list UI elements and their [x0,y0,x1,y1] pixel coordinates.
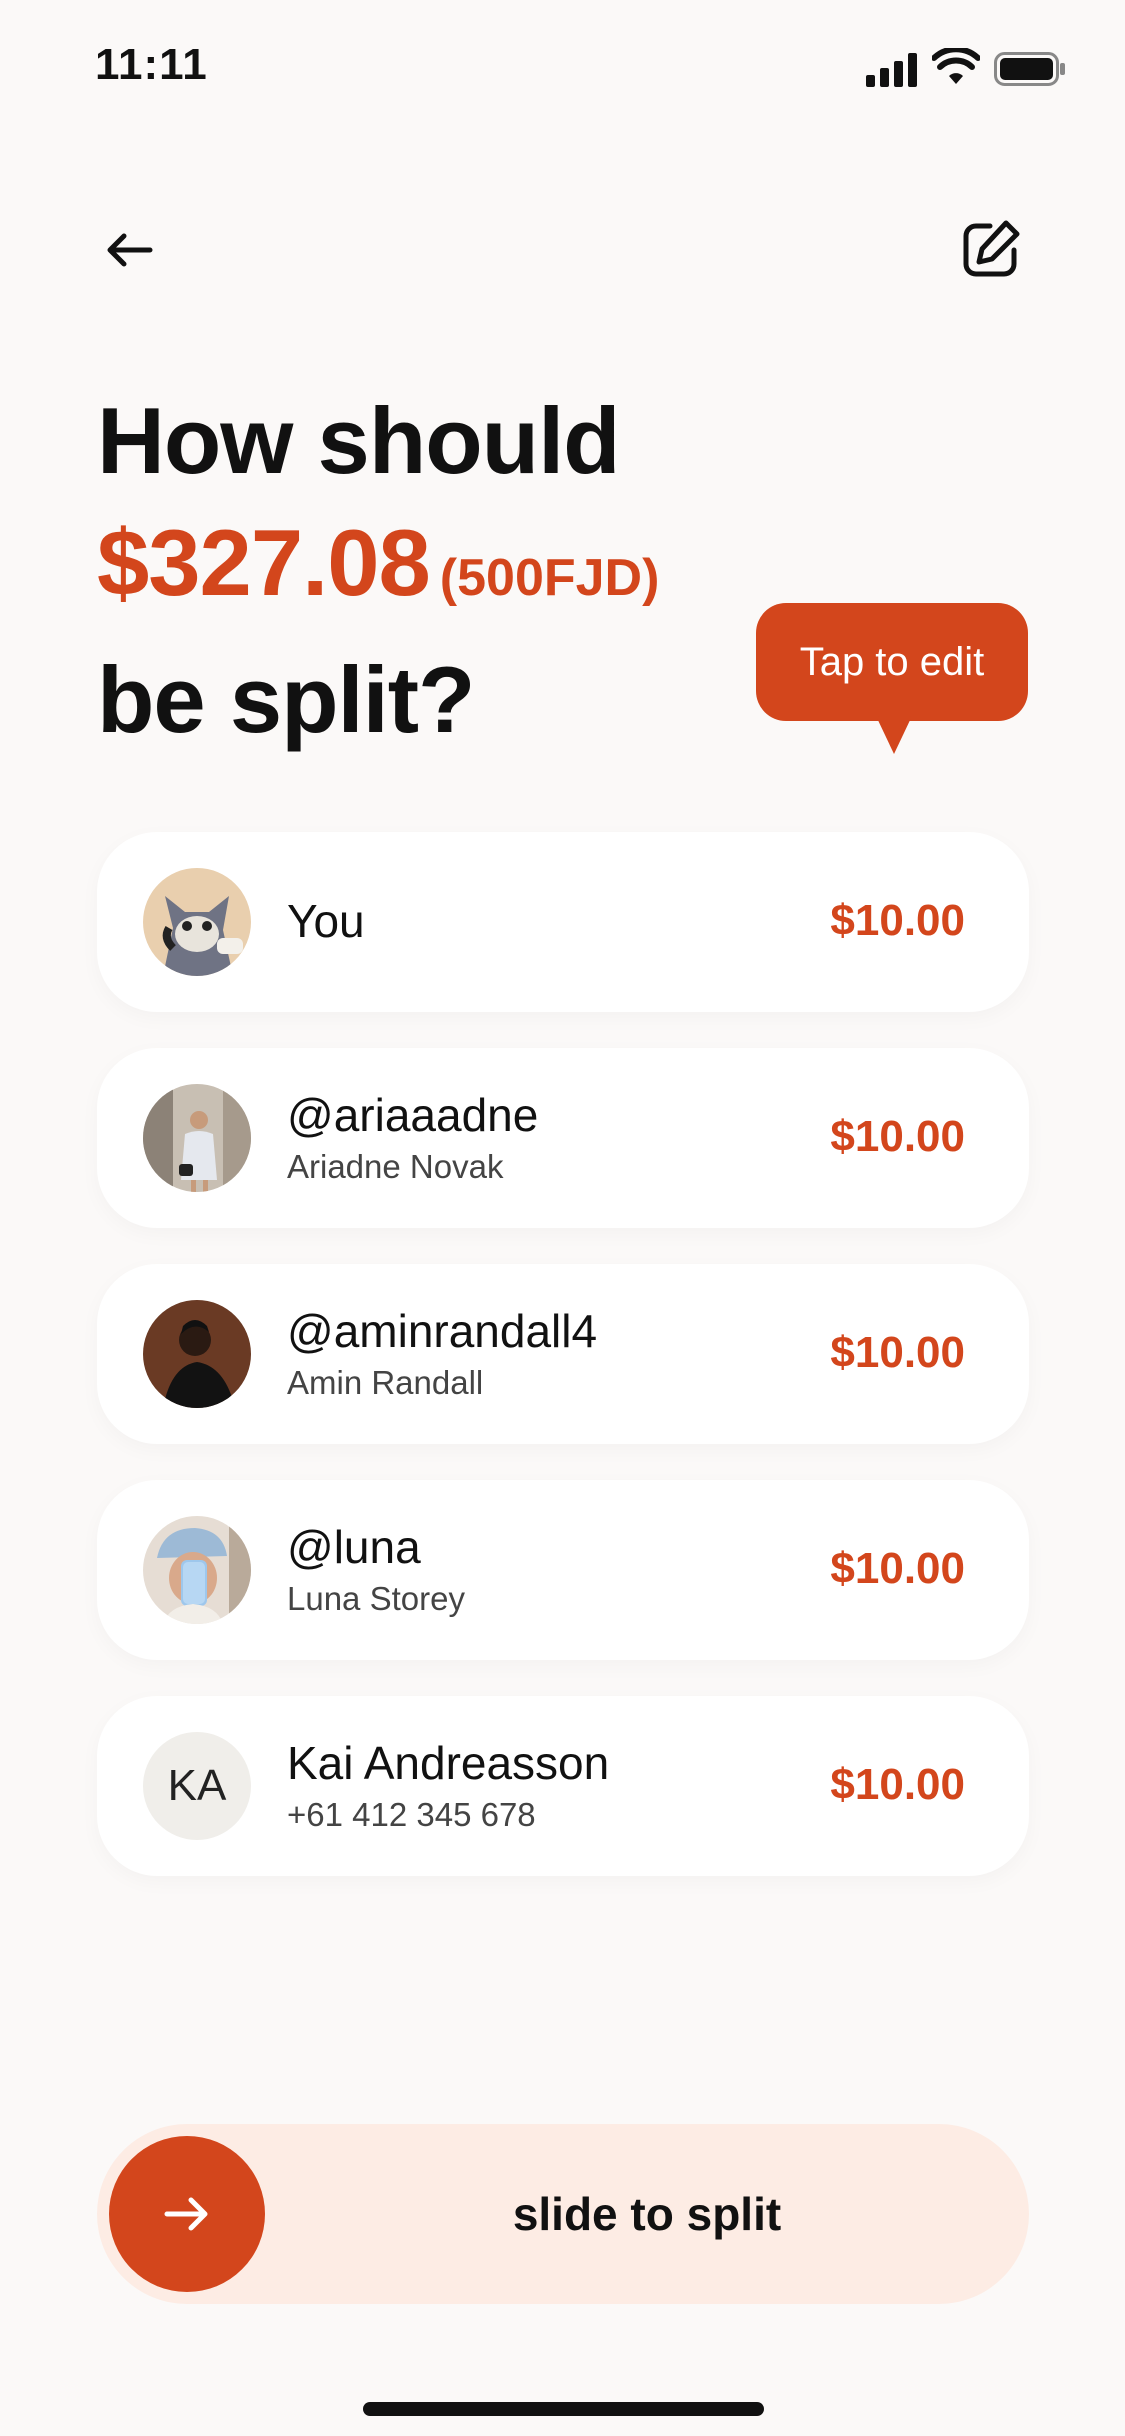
title-line-1: How should [97,388,621,493]
participant-card-you[interactable]: You $10.00 [97,832,1029,1012]
participant-amount[interactable]: $10.00 [830,1544,965,1594]
participant-card-aminrandall4[interactable]: @aminrandall4 Amin Randall $10.00 [97,1264,1029,1444]
foreign-amount: (500FJD) [439,549,660,607]
total-amount[interactable]: $327.08 [97,510,431,615]
tooltip-pointer [876,716,912,754]
participant-fullname: Luna Storey [287,1580,465,1617]
avatar [143,1516,251,1624]
title-line-2: $327.08 (500FJD) [97,502,659,639]
participant-username: @luna [287,1521,421,1573]
participant-card-ariaaadne[interactable]: @ariaaadne Ariadne Novak $10.00 [97,1048,1029,1228]
edit-button[interactable] [960,218,1022,280]
status-time: 11:11 [95,40,208,89]
participant-amount[interactable]: $10.00 [830,1328,965,1378]
tap-to-edit-tooltip[interactable]: Tap to edit [756,603,1028,721]
avatar [143,868,251,976]
signal-icon [866,53,917,87]
wifi-icon [932,48,980,84]
participant-phone: +61 412 345 678 [287,1796,536,1833]
participant-fullname: Amin Randall [287,1364,484,1401]
avatar [143,1084,251,1192]
avatar [143,1300,251,1408]
edit-icon [963,220,1020,277]
slider-handle[interactable] [109,2136,265,2292]
participant-card-kai-andreasson[interactable]: KA Kai Andreasson +61 412 345 678 $10.00 [97,1696,1029,1876]
slide-to-split-control[interactable]: slide to split [97,2124,1029,2304]
page-title: How should $327.08 (500FJD) be split? [97,380,659,761]
participant-fullname: Ariadne Novak [287,1148,504,1185]
slider-label: slide to split [512,2188,782,2240]
participant-amount[interactable]: $10.00 [830,896,965,946]
participant-card-luna[interactable]: @luna Luna Storey $10.00 [97,1480,1029,1660]
back-button[interactable] [100,220,160,280]
status-bar: 11:11 [0,0,1125,140]
initials-avatar: KA [143,1732,251,1840]
participant-username: @aminrandall4 [287,1305,598,1357]
participant-amount[interactable]: $10.00 [830,1112,965,1162]
title-line-3: be split? [97,647,475,752]
participant-name: Kai Andreasson [287,1737,610,1789]
arrow-right-icon [164,2197,208,2231]
home-indicator [363,2402,764,2416]
battery-icon [994,52,1065,86]
participant-amount[interactable]: $10.00 [830,1760,965,1810]
back-arrow-icon [107,233,153,267]
participant-name: You [287,895,365,947]
participant-username: @ariaaadne [287,1089,539,1141]
